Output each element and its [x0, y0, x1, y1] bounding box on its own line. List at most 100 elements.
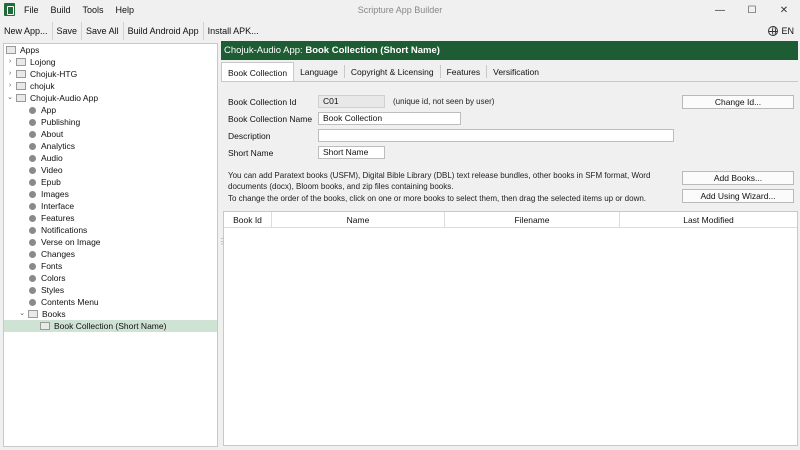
page-header: Chojuk-Audio App: Book Collection (Short…: [221, 41, 798, 60]
column-header-name[interactable]: Name: [272, 212, 445, 228]
menu-help[interactable]: Help: [116, 5, 135, 15]
tree-label: About: [41, 129, 64, 139]
description-field[interactable]: [318, 129, 674, 142]
build-android-app-button[interactable]: Build Android App: [124, 22, 204, 40]
bullet-icon: [29, 130, 36, 138]
close-button[interactable]: ✕: [768, 0, 800, 20]
language-selector[interactable]: EN: [768, 21, 794, 41]
short-name-label: Short Name: [228, 148, 274, 158]
tree-item-lojong[interactable]: › Lojong: [6, 56, 217, 68]
tree-label: Verse on Image: [41, 237, 101, 247]
tree-item-analytics[interactable]: Analytics: [29, 140, 217, 152]
short-name-field[interactable]: Short Name: [318, 146, 385, 159]
tree-item-epub[interactable]: Epub: [29, 176, 217, 188]
tree-item-publishing[interactable]: Publishing: [29, 116, 217, 128]
column-header-book-id[interactable]: Book Id: [224, 212, 272, 228]
tree-label: Styles: [41, 285, 65, 295]
tree-item-images[interactable]: Images: [29, 188, 217, 200]
folder-icon: [16, 94, 26, 102]
add-using-wizard-button[interactable]: Add Using Wizard...: [682, 189, 794, 203]
window-controls: — ☐ ✕: [704, 0, 800, 20]
maximize-button[interactable]: ☐: [736, 0, 768, 20]
tree-item-chojuk-audio-app[interactable]: ⌄ Chojuk-Audio App: [6, 92, 217, 104]
book-collection-id-field: C01: [318, 95, 385, 108]
tree-label: Colors: [41, 273, 66, 283]
bullet-icon: [29, 226, 36, 234]
project-tree[interactable]: Apps › Lojong › Chojuk-HTG › chojuk ⌄ Ch…: [3, 43, 218, 447]
tree-item-audio[interactable]: Audio: [29, 152, 217, 164]
panel-splitter[interactable]: ⋮: [218, 238, 226, 250]
chevron-right-icon[interactable]: ›: [6, 58, 14, 66]
save-button[interactable]: Save: [53, 22, 83, 40]
toolbar: New App... Save Save All Build Android A…: [0, 21, 800, 41]
tree-label: Publishing: [41, 117, 81, 127]
tree-label: Images: [41, 189, 69, 199]
tree-item-features[interactable]: Features: [29, 212, 217, 224]
change-id-button[interactable]: Change Id...: [682, 95, 794, 109]
tree-item-fonts[interactable]: Fonts: [29, 260, 217, 272]
column-header-last-modified[interactable]: Last Modified: [620, 212, 797, 228]
tree-item-books[interactable]: ⌄ Books: [18, 308, 217, 320]
tree-item-chojuk-htg[interactable]: › Chojuk-HTG: [6, 68, 217, 80]
tree-item-video[interactable]: Video: [29, 164, 217, 176]
tree-item-styles[interactable]: Styles: [29, 284, 217, 296]
tree-item-notifications[interactable]: Notifications: [29, 224, 217, 236]
chevron-down-icon[interactable]: ⌄: [18, 310, 26, 318]
description-label: Description: [228, 131, 271, 141]
bullet-icon: [29, 214, 36, 222]
tree-item-verse-on-image[interactable]: Verse on Image: [29, 236, 217, 248]
tree-item-contents-menu[interactable]: Contents Menu: [29, 296, 217, 308]
book-collection-icon: [40, 322, 50, 330]
add-books-button[interactable]: Add Books...: [682, 171, 794, 185]
chevron-down-icon[interactable]: ⌄: [6, 94, 14, 102]
tab-features[interactable]: Features: [441, 65, 488, 78]
language-label: EN: [781, 26, 794, 36]
new-app-button[interactable]: New App...: [0, 22, 53, 40]
menu-tools[interactable]: Tools: [83, 5, 104, 15]
tree-label: Notifications: [41, 225, 88, 235]
tab-copyright-licensing[interactable]: Copyright & Licensing: [345, 65, 441, 78]
folder-icon: [6, 46, 16, 54]
column-header-filename[interactable]: Filename: [445, 212, 620, 228]
tree-label: Interface: [41, 201, 75, 211]
bullet-icon: [29, 154, 36, 162]
chevron-right-icon[interactable]: ›: [6, 82, 14, 90]
tab-language[interactable]: Language: [294, 65, 345, 78]
books-table[interactable]: Book Id Name Filename Last Modified: [223, 211, 798, 446]
bullet-icon: [29, 298, 36, 306]
tree-item-interface[interactable]: Interface: [29, 200, 217, 212]
save-all-button[interactable]: Save All: [82, 22, 124, 40]
minimize-button[interactable]: —: [704, 0, 736, 20]
tab-bar: Book Collection Language Copyright & Lic…: [221, 62, 798, 82]
install-apk-button[interactable]: Install APK...: [204, 22, 263, 40]
tree-label: Chojuk-HTG: [30, 69, 78, 79]
book-collection-id-label: Book Collection Id: [228, 97, 297, 107]
bullet-icon: [29, 106, 36, 114]
tab-book-collection[interactable]: Book Collection: [221, 62, 295, 81]
tree-label: Audio: [41, 153, 63, 163]
tree-item-about[interactable]: About: [29, 128, 217, 140]
tree-label: Book Collection (Short Name): [54, 321, 167, 331]
tree-item-changes[interactable]: Changes: [29, 248, 217, 260]
menu-file[interactable]: File: [24, 5, 39, 15]
chevron-right-icon[interactable]: ›: [6, 70, 14, 78]
tree-label: chojuk: [30, 81, 55, 91]
tree-label: Apps: [20, 45, 40, 55]
menu-bar: File Build Tools Help: [24, 0, 134, 20]
tree-label: Books: [42, 309, 66, 319]
tree-item-app[interactable]: App: [29, 104, 217, 116]
tree-label: Changes: [41, 249, 76, 259]
bullet-icon: [29, 202, 36, 210]
tree-root-apps[interactable]: Apps: [6, 44, 217, 56]
tree-item-colors[interactable]: Colors: [29, 272, 217, 284]
tree-label: Video: [41, 165, 63, 175]
tree-item-book-collection[interactable]: Book Collection (Short Name): [4, 320, 217, 332]
tree-item-chojuk[interactable]: › chojuk: [6, 80, 217, 92]
app-icon: [4, 3, 15, 16]
book-collection-name-field[interactable]: Book Collection: [318, 112, 461, 125]
menu-build[interactable]: Build: [51, 5, 71, 15]
bullet-icon: [29, 262, 36, 270]
info-line-3: To change the order of the books, click …: [228, 194, 647, 203]
header-title: Book Collection (Short Name): [305, 45, 440, 56]
tab-versification[interactable]: Versification: [487, 65, 545, 78]
